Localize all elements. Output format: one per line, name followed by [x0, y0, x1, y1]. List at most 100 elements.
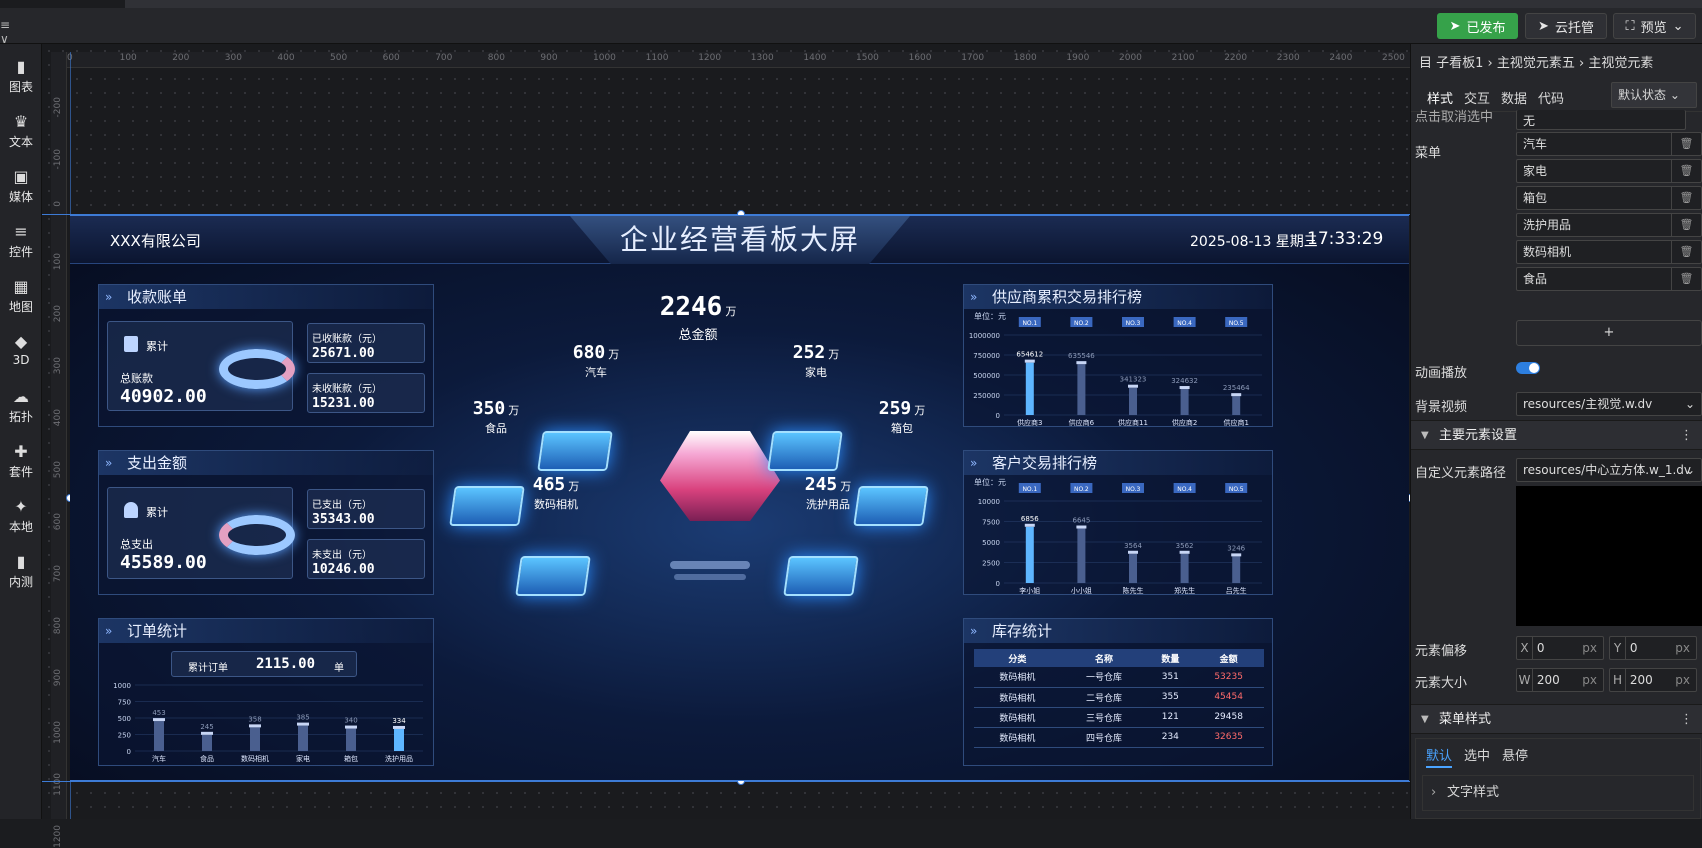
rank-label: NO.1 [1022, 486, 1037, 493]
trash-icon[interactable]: 🗑 [1671, 133, 1701, 155]
menu-item-input[interactable]: 食品 🗑 [1516, 267, 1702, 291]
tab-interaction[interactable]: 交互 [1464, 88, 1490, 107]
ruler-tick: 700 [53, 565, 63, 583]
sidebar-item[interactable]: ◆ 3D [0, 325, 42, 381]
center-item-value: 252 万 [792, 342, 840, 363]
custom-path-label: 自定义元素路径 [1415, 466, 1507, 481]
size-h-input[interactable]: H 200 px [1609, 668, 1697, 692]
ruler-tick: 1300 [750, 53, 774, 63]
menu-item-input[interactable]: 家电 🗑 [1516, 159, 1702, 183]
offset-y-input[interactable]: Y 0 px [1609, 636, 1697, 660]
category-label: 陈先生 [1123, 586, 1144, 595]
tab-data[interactable]: 数据 [1501, 88, 1527, 107]
rank-label: NO.4 [1177, 320, 1192, 327]
table-header: 数量 [1147, 649, 1194, 667]
category-label: 郑先生 [1174, 586, 1195, 595]
menu-style-header[interactable]: ▼ 菜单样式 ⋮ [1411, 704, 1702, 734]
menu-item-input[interactable]: 汽车 🗑 [1516, 132, 1702, 156]
tab-code[interactable]: 代码 [1538, 88, 1564, 107]
y-tick-label: 250 [118, 732, 131, 740]
puzzle-icon: ✦ [14, 497, 28, 516]
sidebar-item[interactable]: ♛ 文本 [0, 105, 42, 161]
ruler-tick: 800 [53, 617, 63, 635]
click-select[interactable]: 无 [1516, 110, 1686, 130]
bar [1180, 553, 1189, 583]
trash-icon[interactable]: 🗑 [1671, 268, 1701, 290]
category-label: 供应商6 [1069, 418, 1095, 427]
dashboard-screen[interactable]: XXX有限公司 企业经营看板大屏 2025-08-13 星期三 17:33:29… [70, 215, 1409, 781]
expense-ring [219, 515, 295, 555]
center-item-label: 洗护用品 [806, 498, 850, 511]
sidebar-item[interactable]: ≡ 控件 [0, 215, 42, 271]
bar-cap [1179, 550, 1190, 554]
cloud-host-button[interactable]: ➤ 云托管 [1525, 13, 1607, 39]
state-select[interactable]: 默认状态 ⌄ [1611, 82, 1697, 108]
ruler-tick: 500 [53, 461, 63, 479]
bar [346, 728, 356, 751]
rank-label: NO.2 [1074, 486, 1089, 493]
arrow-icon: » [105, 290, 113, 304]
publish-button[interactable]: ➤ 已发布 [1437, 13, 1518, 39]
platform [767, 431, 843, 471]
main-menu-button[interactable]: ≡ ∨ [0, 18, 22, 46]
stock-panel: » 库存统计 分类 名称 数量 金额 数码相机 一号仓库 351 53235 数码相机 二号仓库 3… [963, 618, 1273, 766]
category-label: 吕先生 [1226, 586, 1247, 595]
ruler-tick: 600 [382, 53, 400, 63]
stock-table: 分类 名称 数量 金额 数码相机 一号仓库 351 53235 数码相机 二号仓库 355 4545… [974, 649, 1264, 748]
table-cell: 一号仓库 [1060, 667, 1148, 688]
y-tick-label: 5000 [982, 539, 1000, 547]
table-cell: 数码相机 [974, 687, 1061, 708]
ruler-tick: 200 [172, 53, 190, 63]
menu-item-input[interactable]: 洗护用品 🗑 [1516, 213, 1702, 237]
size-w-input[interactable]: W 200 px [1516, 668, 1604, 692]
ruler-tick: 900 [540, 53, 558, 63]
sidebar-item[interactable]: ✚ 套件 [0, 435, 42, 491]
trash-icon[interactable]: 🗑 [1671, 187, 1701, 209]
bar [154, 721, 164, 751]
style-tab[interactable]: 选中 [1464, 745, 1490, 764]
sidebar-item[interactable]: ▣ 媒体 [0, 160, 42, 216]
bar-cap [1128, 384, 1138, 388]
table-header: 分类 [974, 649, 1061, 667]
category-label: 汽车 [152, 754, 166, 763]
offset-x-input[interactable]: X 0 px [1516, 636, 1604, 660]
sidebar-item[interactable]: ▮ 图表 [0, 50, 42, 106]
sidebar-item[interactable]: ☁ 拓扑 [0, 380, 42, 436]
ruler-tick: 1100 [53, 773, 63, 796]
component-sidebar: ▮ 图表 ♛ 文本 ▣ 媒体 ≡ 控件 ▦ 地图 ◆ 3D ☁ 拓扑 ✚ 套件 ✦ 本地 ▮ 内测 [0, 44, 42, 819]
table-cell: 351 [1147, 667, 1194, 688]
cube-icon: ◆ [14, 332, 28, 351]
bgvideo-select[interactable]: resources/主视觉.w.dv ⌄ [1516, 392, 1702, 416]
trash-icon[interactable]: 🗑 [1671, 214, 1701, 236]
offset-label: 元素偏移 [1415, 644, 1468, 659]
menu-item-input[interactable]: 箱包 🗑 [1516, 186, 1702, 210]
ruler-tick: 300 [53, 357, 63, 375]
sidebar-item[interactable]: ✦ 本地 [0, 490, 42, 546]
main-section-header[interactable]: ▼ 主要元素设置 ⋮ [1411, 420, 1702, 450]
tab-style[interactable]: 样式 [1427, 88, 1453, 107]
bar [1180, 389, 1189, 415]
sidebar-item-label: 文本 [8, 135, 33, 149]
category-label: 供应商1 [1223, 418, 1248, 427]
sidebar-item-label: 图表 [8, 80, 33, 94]
style-tab[interactable]: 默认 [1426, 745, 1453, 768]
trash-icon[interactable]: 🗑 [1671, 241, 1701, 263]
custom-path-select[interactable]: resources/中心立方体.w_1.dv ⌄ [1516, 458, 1702, 482]
orders-bar-chart: 1000 750 500 250 0 453 汽车 245 食品 358 数码相机 385 家电 340 箱… [113, 682, 423, 763]
category-label: 供应商3 [1017, 418, 1042, 427]
anim-toggle[interactable] [1516, 362, 1540, 374]
text-style-row[interactable]: › 文字样式 [1422, 775, 1694, 811]
platform [783, 556, 859, 596]
sidebar-item[interactable]: ▮ 内测 [0, 545, 42, 601]
style-tab[interactable]: 悬停 [1502, 745, 1528, 764]
expand-icon: ⛶ [1625, 18, 1635, 34]
value-label: 6645 [1072, 517, 1090, 525]
ruler-tick: 800 [487, 53, 505, 63]
add-menu-item-button[interactable]: + [1516, 320, 1702, 346]
preview-button[interactable]: ⛶ 预览 ⌄ [1613, 13, 1696, 39]
ruler-tick: 1200 [698, 53, 722, 63]
bar-cap [249, 724, 261, 728]
trash-icon[interactable]: 🗑 [1671, 160, 1701, 182]
menu-item-input[interactable]: 数码相机 🗑 [1516, 240, 1702, 264]
sidebar-item[interactable]: ▦ 地图 [0, 270, 42, 326]
